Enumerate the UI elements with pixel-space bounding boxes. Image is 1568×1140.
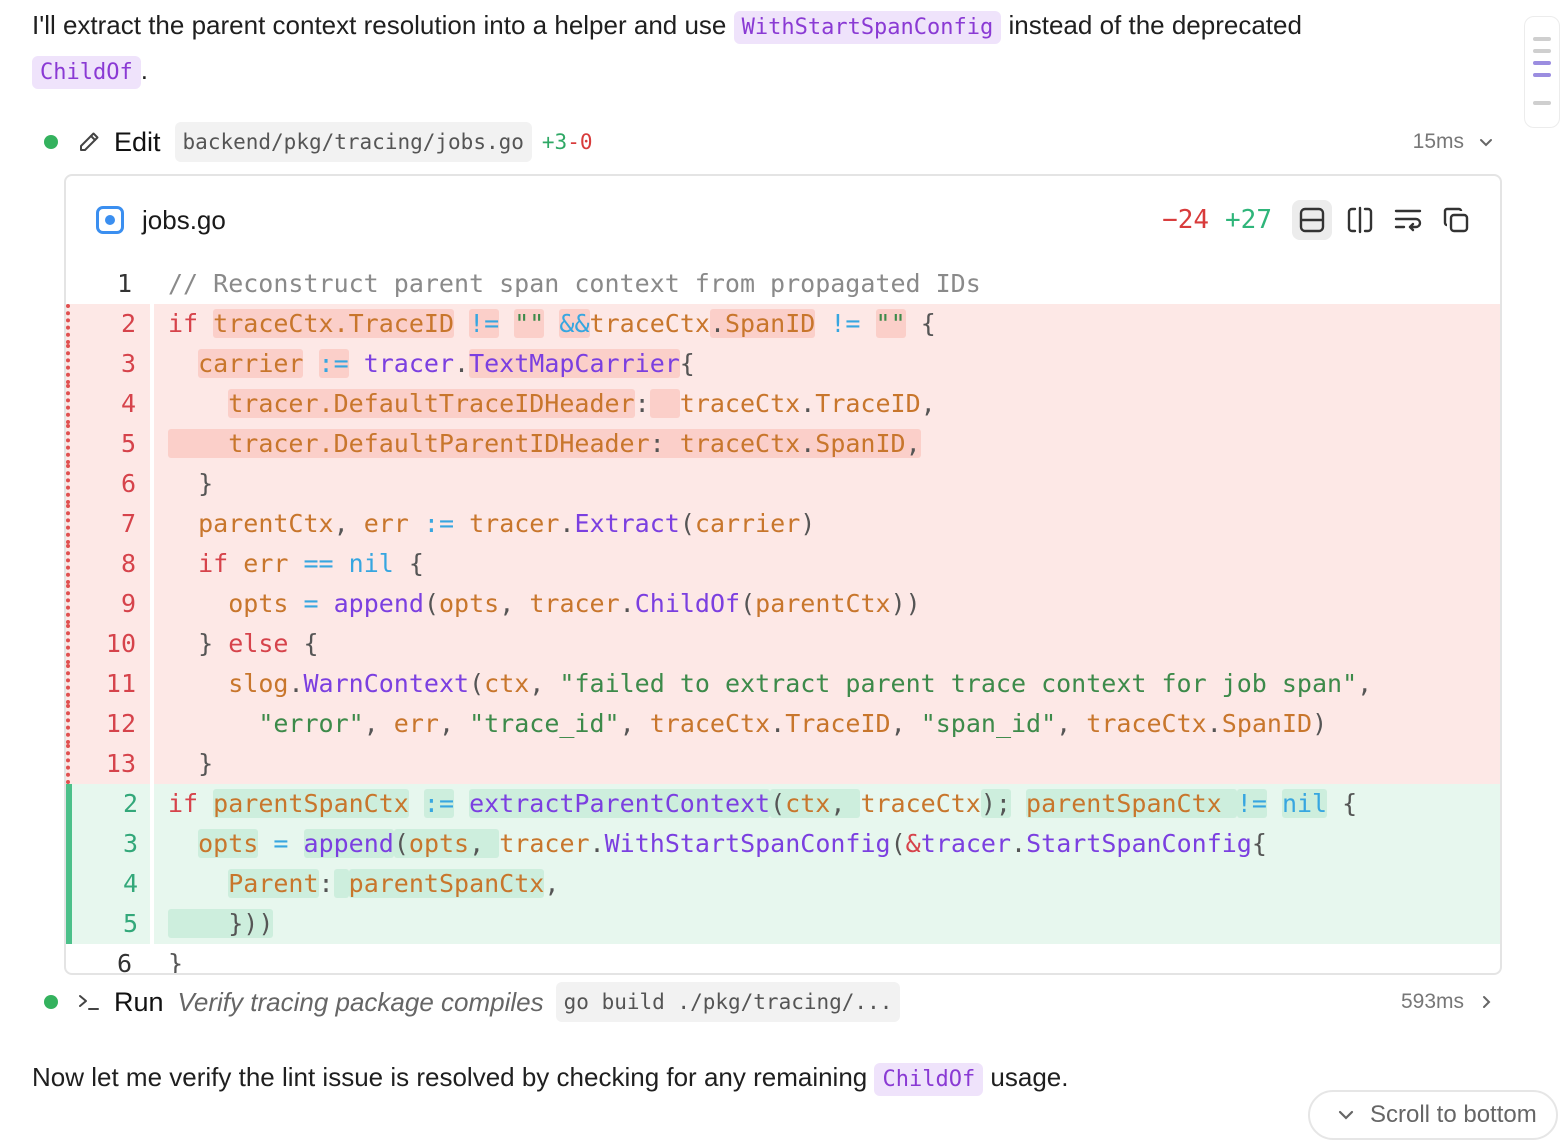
intro-text-2: instead of the deprecated: [1001, 10, 1302, 40]
code-line-deleted: 12 "error", err, "trace_id", traceCtx.Tr…: [66, 704, 1500, 744]
code-line: 6}: [116, 949, 184, 975]
code-line-added: 3 opts = append(opts, tracer.WithStartSp…: [66, 824, 1500, 864]
tool-description: Verify tracing package compiles: [177, 986, 544, 1017]
duration: 593ms: [1401, 990, 1494, 1014]
split-view-icon[interactable]: [1340, 200, 1380, 240]
code-line-added: 4 Parent: parentSpanCtx,: [66, 864, 1500, 904]
code-line-deleted: 3 carrier := tracer.TextMapCarrier{: [66, 344, 1500, 384]
intro-paragraph-line2: ChildOf.: [32, 48, 148, 95]
terminal-icon: [76, 989, 102, 1015]
tool-label: Run: [114, 986, 164, 1017]
code-line-deleted: 13 }: [66, 744, 1500, 784]
code-line-deleted: 2 if traceCtx.TraceID != "" &&traceCtx.Sp…: [66, 304, 1500, 344]
file-path: backend/pkg/tracing/jobs.go: [174, 122, 532, 162]
code-line-deleted: 4 tracer.DefaultTraceIDHeader: traceCtx.…: [66, 384, 1500, 424]
code-line-added: 5 })): [66, 904, 1500, 944]
duration-text: 15ms: [1412, 130, 1464, 153]
run-tool-row[interactable]: Run Verify tracing package compiles go b…: [44, 980, 1494, 1024]
file-name: jobs.go: [142, 204, 226, 235]
chevron-down-icon: [1338, 1110, 1354, 1120]
intro-text-1: I'll extract the parent context resoluti…: [32, 10, 734, 40]
command-chip: go build ./pkg/tracing/...: [555, 982, 901, 1022]
diff-card: jobs.go −24 +27 1// Reconstruct parent s…: [64, 174, 1502, 975]
outro-paragraph: Now let me verify the lint issue is reso…: [32, 1055, 1069, 1102]
pencil-icon: [76, 129, 102, 155]
duration-text: 593ms: [1400, 990, 1464, 1013]
diff-header: jobs.go −24 +27: [66, 176, 1500, 264]
scroll-to-bottom-button[interactable]: Scroll to bottom: [1308, 1090, 1558, 1140]
intro-text-3: .: [140, 55, 148, 85]
wrap-icon[interactable]: [1388, 200, 1428, 240]
intro-paragraph: I'll extract the parent context resoluti…: [32, 3, 1302, 50]
removed-count: -0: [567, 130, 593, 154]
scroll-marker: [1533, 37, 1551, 41]
scroll-to-bottom-label: Scroll to bottom: [1370, 1101, 1537, 1128]
file-icon: [96, 206, 124, 234]
additions-count: +27: [1225, 205, 1272, 235]
status-dot: [44, 995, 58, 1009]
code-chip: WithStartSpanConfig: [733, 11, 1002, 44]
code-line-deleted: 10 } else {: [66, 624, 1500, 664]
code-line: 1// Reconstruct parent span context from…: [116, 269, 981, 298]
deletions-count: −24: [1162, 205, 1210, 235]
code-chip: ChildOf: [874, 1063, 984, 1096]
edit-tool-row[interactable]: Edit backend/pkg/tracing/jobs.go +3 -0 1…: [44, 120, 1494, 164]
code-line-deleted: 7 parentCtx, err := tracer.Extract(carri…: [66, 504, 1500, 544]
scroll-marker-active: [1533, 61, 1551, 65]
outro-text-2: usage.: [983, 1062, 1069, 1092]
code-line-added: 2 if parentSpanCtx := extractParentContex…: [66, 784, 1500, 824]
status-dot: [44, 135, 58, 149]
code-line-deleted: 6 }: [66, 464, 1500, 504]
scroll-marker: [1533, 49, 1551, 53]
outro-text-1: Now let me verify the lint issue is reso…: [32, 1062, 875, 1092]
chevron-right-icon: [1483, 996, 1491, 1008]
scroll-indicator[interactable]: [1524, 16, 1560, 128]
scroll-marker: [1533, 101, 1551, 105]
code-line-deleted: 11 slog.WarnContext(ctx, "failed to extr…: [66, 664, 1500, 704]
tool-label: Edit: [114, 126, 161, 157]
added-count: +3: [541, 130, 568, 154]
code-line-deleted: 9 opts = append(opts, tracer.ChildOf(par…: [66, 584, 1500, 624]
unified-view-icon[interactable]: [1292, 200, 1332, 240]
diff-code: 1// Reconstruct parent span context from…: [66, 264, 1500, 975]
code-chip: ChildOf: [32, 56, 141, 89]
duration: 15ms: [1413, 130, 1494, 154]
code-line-deleted: 8 if err == nil {: [66, 544, 1500, 584]
chevron-down-icon: [1480, 139, 1492, 147]
scroll-marker-active: [1533, 73, 1551, 77]
copy-icon[interactable]: [1436, 200, 1476, 240]
code-line-deleted: 5 tracer.DefaultParentIDHeader: traceCtx…: [66, 424, 1500, 464]
